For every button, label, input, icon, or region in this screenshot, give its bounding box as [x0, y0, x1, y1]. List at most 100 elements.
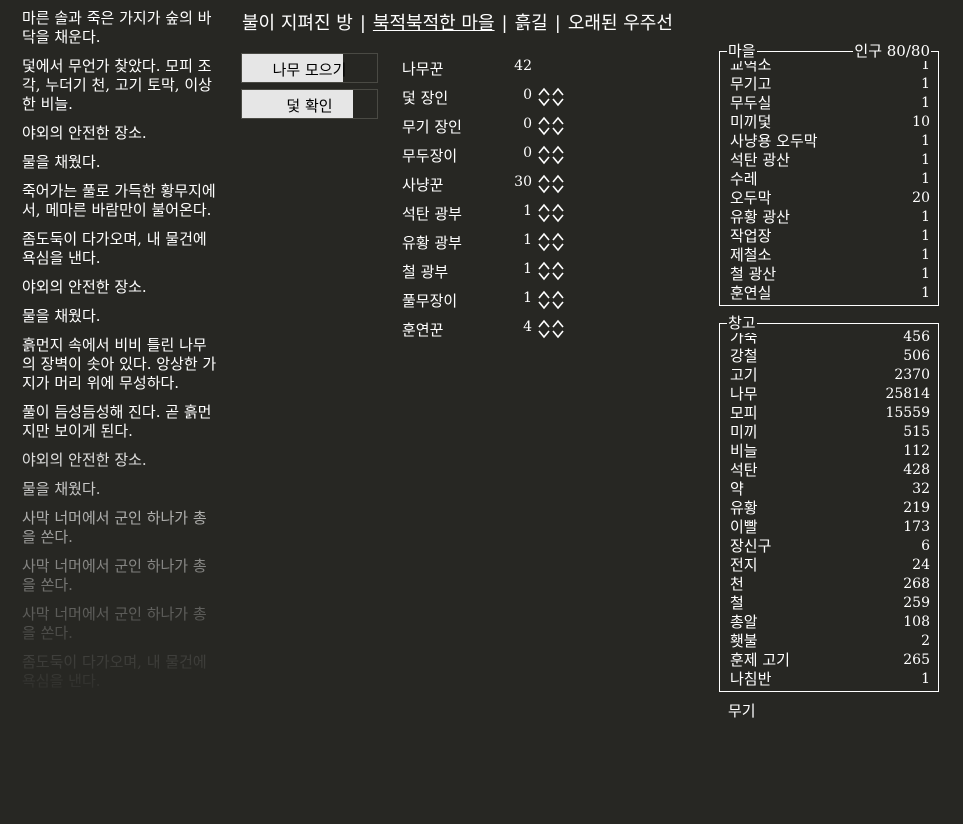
worker-row: 무기 장인 0	[402, 115, 572, 144]
worker-label: 석탄 광부	[402, 205, 462, 223]
building-row: 유황 광산 1	[730, 208, 930, 227]
gather-wood-label: 나무 모으기	[272, 61, 347, 79]
row-count: 428	[903, 462, 930, 478]
row-count: 6	[921, 538, 930, 554]
log-entry: 흙먼지 속에서 비비 틀린 나무의 장벽이 솟아 있다. 앙상한 가지가 머리 …	[22, 336, 217, 392]
log-entry: 좀도둑이 다가오며, 내 물건에 욕심을 낸다.	[22, 230, 207, 267]
worker-adjust-control[interactable]	[538, 144, 566, 166]
adjust-arrows-icon	[538, 87, 564, 107]
log-entry: 사막 너머에서 군인 하나가 총을 쏜다.	[22, 605, 207, 642]
worker-row: 철 광부 1	[402, 260, 572, 289]
adjust-arrows-icon	[538, 203, 564, 223]
tab-path[interactable]: 흙길	[515, 13, 548, 34]
row-name: 횃불	[730, 632, 758, 650]
building-row: 수레 1	[730, 170, 930, 189]
worker-label: 훈연꾼	[402, 321, 444, 339]
worker-row: 덫 장인 0	[402, 86, 572, 115]
tab-room[interactable]: 불이 지펴진 방	[242, 13, 353, 34]
row-count: 1	[921, 671, 930, 687]
worker-count: 4	[523, 319, 532, 335]
workers-panel: 나무꾼 42 덫 장인 0 무기 장인 0 무두장이 0 사냥꾼 30 석탄 광부 1 유황 광부 1…	[402, 57, 572, 347]
store-row: 훈제 고기 265	[730, 651, 930, 670]
worker-adjust-control[interactable]	[538, 115, 566, 137]
worker-count: 30	[514, 174, 532, 190]
store-row: 장신구 6	[730, 537, 930, 556]
row-name: 강철	[730, 347, 758, 365]
worker-adjust-control[interactable]	[538, 173, 566, 195]
building-row: 무기고 1	[730, 75, 930, 94]
stores-title: 창고	[727, 313, 757, 333]
store-row: 석탄 428	[730, 461, 930, 480]
row-name: 모피	[730, 404, 758, 422]
worker-count: 42	[514, 58, 532, 74]
log-entry: 죽어가는 풀로 가득한 황무지에서, 메마른 바람만이 불어온다.	[22, 182, 216, 219]
tab-ship[interactable]: 오래된 우주선	[568, 13, 673, 34]
worker-adjust-control[interactable]	[538, 260, 566, 282]
stores-panel: 창고 가죽 456 강철 506 고기 2370 나무 25814 모피 15559 미끼 515 비늘…	[719, 313, 939, 692]
check-traps-label: 덫 확인	[286, 97, 333, 115]
worker-count: 1	[523, 203, 532, 219]
gather-wood-button[interactable]: 나무 모으기	[241, 53, 378, 83]
worker-adjust-control[interactable]	[538, 231, 566, 253]
tab-village[interactable]: 북적북적한 마을	[373, 13, 495, 34]
row-name: 무두실	[730, 94, 772, 112]
row-name: 작업장	[730, 227, 772, 245]
store-row: 천 268	[730, 575, 930, 594]
worker-label: 무두장이	[402, 147, 458, 165]
worker-row: 사냥꾼 30	[402, 173, 572, 202]
log-entry: 풀이 듬성듬성해 진다. 곧 흙먼지만 보이게 된다.	[22, 403, 212, 440]
row-count: 112	[903, 443, 930, 459]
row-name: 훈연실	[730, 284, 772, 302]
row-count: 259	[903, 595, 930, 611]
row-count: 15559	[885, 405, 930, 421]
worker-adjust-control[interactable]	[538, 318, 566, 340]
store-row: 강철 506	[730, 347, 930, 366]
store-row: 횃불 2	[730, 632, 930, 651]
row-name: 전지	[730, 556, 758, 574]
row-name: 미끼	[730, 423, 758, 441]
check-traps-button[interactable]: 덫 확인	[241, 89, 378, 119]
weapons-title: 무기	[728, 702, 756, 720]
row-name: 수레	[730, 170, 758, 188]
row-name: 장신구	[730, 537, 772, 555]
row-name: 총알	[730, 613, 758, 631]
worker-count: 1	[523, 290, 532, 306]
building-row: 오두막 20	[730, 189, 930, 208]
adjust-arrows-icon	[538, 116, 564, 136]
population-label: 인구 80/80	[853, 41, 931, 61]
worker-adjust-control[interactable]	[538, 86, 566, 108]
row-name: 유황 광산	[730, 208, 790, 226]
store-row: 철 259	[730, 594, 930, 613]
worker-row-gatherer: 나무꾼 42	[402, 57, 572, 86]
row-count: 1	[921, 285, 930, 301]
row-count: 1	[921, 247, 930, 263]
worker-count: 0	[523, 87, 532, 103]
row-count: 265	[903, 652, 930, 668]
row-count: 20	[912, 190, 930, 206]
row-name: 유황	[730, 499, 758, 517]
tab-separator: |	[501, 13, 508, 34]
row-name: 나무	[730, 385, 758, 403]
log-entry: 야외의 안전한 장소.	[22, 278, 147, 296]
store-row: 모피 15559	[730, 404, 930, 423]
adjust-arrows-icon	[538, 232, 564, 252]
log-entry: 물을 채웠다.	[22, 307, 101, 325]
store-row: 유황 219	[730, 499, 930, 518]
worker-row: 무두장이 0	[402, 144, 572, 173]
worker-adjust-control[interactable]	[538, 202, 566, 224]
row-name: 석탄 광산	[730, 151, 790, 169]
row-name: 제철소	[730, 246, 772, 264]
row-name: 나침반	[730, 670, 772, 688]
row-count: 24	[912, 557, 930, 573]
village-panel: 마을 인구 80/80 교역소 1 무기고 1 무두실 1 미끼덫 10 사냥용 오두막 1 석탄 …	[719, 41, 939, 306]
row-name: 철 광산	[730, 265, 777, 283]
worker-label: 철 광부	[402, 263, 449, 281]
row-name: 오두막	[730, 189, 772, 207]
row-count: 456	[903, 329, 930, 345]
worker-label: 나무꾼	[402, 60, 444, 78]
worker-row: 석탄 광부 1	[402, 202, 572, 231]
worker-adjust-control[interactable]	[538, 289, 566, 311]
row-name: 석탄	[730, 461, 758, 479]
row-name: 약	[730, 480, 744, 498]
building-row: 철 광산 1	[730, 265, 930, 284]
